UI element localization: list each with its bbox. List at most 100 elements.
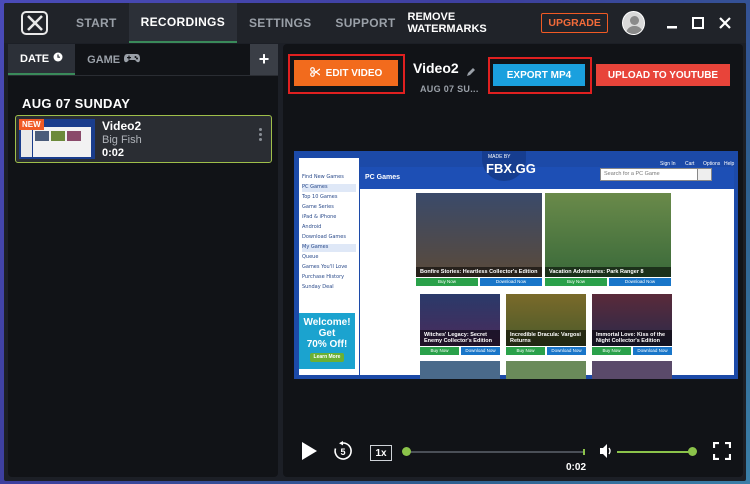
seek-bar[interactable]	[402, 447, 585, 456]
svg-text:5: 5	[340, 447, 345, 457]
game-card	[592, 361, 672, 379]
tab-settings[interactable]: SETTINGS	[237, 3, 323, 43]
section-title: PC Games	[365, 174, 401, 181]
sidebar-item: iPad & iPhone	[302, 214, 337, 220]
app-window: START RECORDINGS SETTINGS SUPPORT REMOVE…	[4, 3, 746, 481]
buy-row: Buy Now Download Now	[506, 347, 586, 355]
buy-now-label: Buy Now	[420, 347, 459, 355]
promo-cta: Learn More	[309, 353, 345, 362]
buy-row: Buy Now Download Now	[420, 347, 500, 355]
tab-game-label: GAME	[87, 53, 121, 66]
promo-banner: Welcome! Get 70% Off! Learn More	[299, 313, 355, 369]
buy-now-label: Buy Now	[592, 347, 631, 355]
top-nav-bar: START RECORDINGS SETTINGS SUPPORT REMOVE…	[4, 3, 746, 43]
sidebar-item: My Games	[302, 244, 356, 252]
game-card	[506, 361, 586, 379]
time-readout: 0:02	[566, 462, 587, 473]
recording-game: Big Fish	[102, 134, 142, 146]
sidebar-item: Android	[302, 224, 322, 230]
avatar[interactable]	[621, 11, 645, 35]
download-now-label: Download Now	[547, 347, 586, 355]
tab-date[interactable]: DATE	[8, 44, 76, 75]
seek-handle[interactable]	[402, 447, 411, 456]
buy-row: Buy Now Download Now	[416, 278, 542, 286]
export-mp4-button[interactable]: EXPORT MP4	[493, 64, 585, 86]
buy-now-label: Buy Now	[416, 278, 478, 286]
scissors-icon	[309, 66, 321, 80]
recording-duration: 0:02	[102, 147, 125, 159]
buy-now-label: Buy Now	[545, 278, 607, 286]
sidebar-item: Find New Games	[302, 174, 344, 180]
tab-support[interactable]: SUPPORT	[323, 3, 407, 43]
promo-line: 70% Off!	[306, 339, 348, 350]
clock-icon	[53, 52, 63, 65]
sidebar-item: Top 10 Games	[302, 194, 338, 200]
recordings-list-panel: DATE GAME + AUG 07 SUNDAY NEW Video2 Big…	[8, 44, 278, 477]
upload-youtube-button[interactable]: UPLOAD TO YOUTUBE	[596, 64, 730, 86]
maximize-icon[interactable]	[687, 11, 710, 35]
close-icon[interactable]	[714, 11, 737, 35]
pencil-icon[interactable]	[466, 64, 476, 82]
sidebar-item: Queue	[302, 254, 319, 260]
buy-row: Buy Now Download Now	[545, 278, 671, 286]
edit-video-label: EDIT VIDEO	[325, 67, 383, 79]
volume-handle[interactable]	[688, 447, 697, 456]
download-now-label: Download Now	[461, 347, 500, 355]
sidebar-item: Download Games	[302, 234, 346, 240]
edit-video-button[interactable]: EDIT VIDEO	[294, 60, 398, 86]
gamepad-icon	[124, 53, 141, 66]
date-group-header: AUG 07 SUNDAY	[22, 96, 131, 111]
sidebar-item: PC Games	[302, 184, 356, 192]
list-item[interactable]: NEW Video2 Big Fish 0:02	[15, 115, 272, 163]
promo-line: Welcome!	[303, 317, 351, 328]
sidebar-item: Purchase History	[302, 274, 345, 280]
game-card: Vacation Adventures: Park Ranger 8	[545, 193, 671, 277]
search-placeholder: Search for a PC Game	[604, 171, 660, 177]
game-title: Witches' Legacy: Secret Enemy Collector'…	[420, 330, 500, 346]
recording-title: Video2	[102, 119, 142, 133]
tab-date-label: DATE	[20, 52, 50, 65]
sidebar-item: Sunday Deal	[302, 284, 334, 290]
watermark-brand: FBX.GG	[486, 161, 536, 176]
add-recording-button[interactable]: +	[250, 44, 278, 75]
app-logo-icon[interactable]	[21, 11, 49, 35]
download-now-label: Download Now	[633, 347, 672, 355]
upgrade-button[interactable]: UPGRADE	[541, 13, 608, 33]
tab-game[interactable]: GAME	[75, 44, 152, 75]
sidebar-item: Games You'll Love	[302, 264, 348, 270]
game-card: Incredible Dracula: Vargosi Returns	[506, 294, 586, 346]
remove-watermarks-link[interactable]: REMOVE WATERMARKS	[408, 11, 530, 35]
play-icon[interactable]	[300, 441, 318, 466]
promo-line: Get	[318, 328, 336, 339]
video-detail-panel: EDIT VIDEO Video2 AUG 07 SU... EXPORT MP…	[283, 44, 743, 477]
minimize-icon[interactable]	[661, 11, 684, 35]
new-badge: NEW	[19, 119, 44, 130]
rewind-5-icon[interactable]: 5	[333, 441, 353, 466]
game-title: Incredible Dracula: Vargosi Returns	[506, 330, 586, 346]
volume-slider[interactable]	[617, 447, 697, 456]
game-title: Immortal Love: Kiss of the Night Collect…	[592, 330, 672, 346]
playback-speed-button[interactable]: 1x	[370, 445, 392, 461]
fullscreen-icon[interactable]	[712, 441, 732, 465]
game-card: Witches' Legacy: Secret Enemy Collector'…	[420, 294, 500, 346]
player-controls: 5 1x 0:02	[283, 439, 743, 477]
download-now-label: Download Now	[609, 278, 671, 286]
video-site-search: Search for a PC Game	[600, 168, 712, 181]
sort-tabs: DATE GAME +	[8, 44, 278, 76]
video-title: Video2	[413, 60, 459, 76]
buy-row: Buy Now Download Now	[592, 347, 672, 355]
game-title: Bonfire Stories: Heartless Collector's E…	[416, 267, 542, 277]
volume-icon[interactable]	[599, 443, 613, 464]
game-title: Vacation Adventures: Park Ranger 8	[545, 267, 671, 277]
tab-start[interactable]: START	[64, 3, 129, 43]
more-options-icon[interactable]	[259, 128, 263, 143]
download-now-label: Download Now	[480, 278, 542, 286]
sidebar-item: Game Series	[302, 204, 334, 210]
video-preview[interactable]: Sign In Cart Options Help Find New Games…	[294, 151, 738, 379]
watermark-top: MADE BY	[488, 154, 511, 160]
game-card: Immortal Love: Kiss of the Night Collect…	[592, 294, 672, 346]
buy-now-label: Buy Now	[506, 347, 545, 355]
game-card: Bonfire Stories: Heartless Collector's E…	[416, 193, 542, 277]
game-card	[420, 361, 500, 379]
tab-recordings[interactable]: RECORDINGS	[128, 3, 237, 43]
